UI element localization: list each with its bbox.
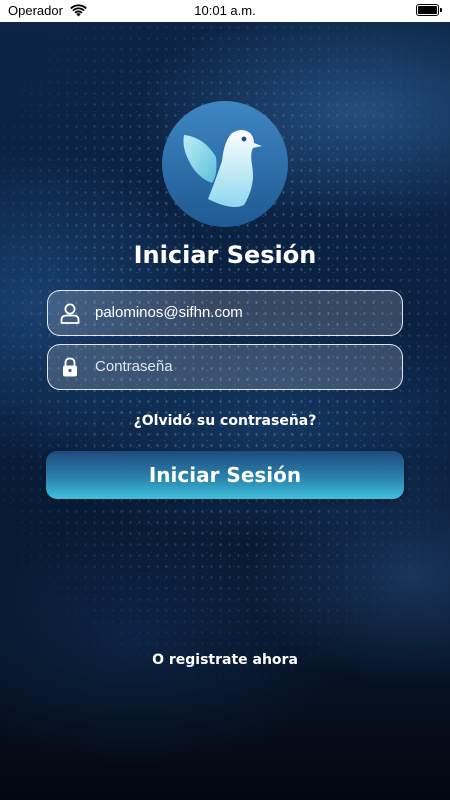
register-link[interactable]: O registrate ahora — [0, 652, 450, 668]
battery-icon — [416, 4, 442, 16]
user-icon — [60, 303, 80, 324]
email-value: palominos@sifhn.com — [95, 304, 243, 321]
login-button[interactable]: Iniciar Sesión — [46, 451, 404, 499]
dove-icon — [162, 101, 288, 227]
status-time: 10:01 a.m. — [194, 3, 256, 18]
forgot-password-link[interactable]: ¿Olvidó su contraseña? — [0, 413, 450, 429]
password-field[interactable]: Contraseña — [47, 344, 403, 390]
password-placeholder: Contraseña — [95, 358, 173, 375]
login-button-label: Iniciar Sesión — [148, 463, 302, 487]
email-field[interactable]: palominos@sifhn.com — [47, 290, 403, 336]
lock-icon — [63, 357, 77, 377]
status-bar: Operador 10:01 a.m. — [0, 0, 450, 22]
page-title: Iniciar Sesión — [133, 241, 317, 269]
